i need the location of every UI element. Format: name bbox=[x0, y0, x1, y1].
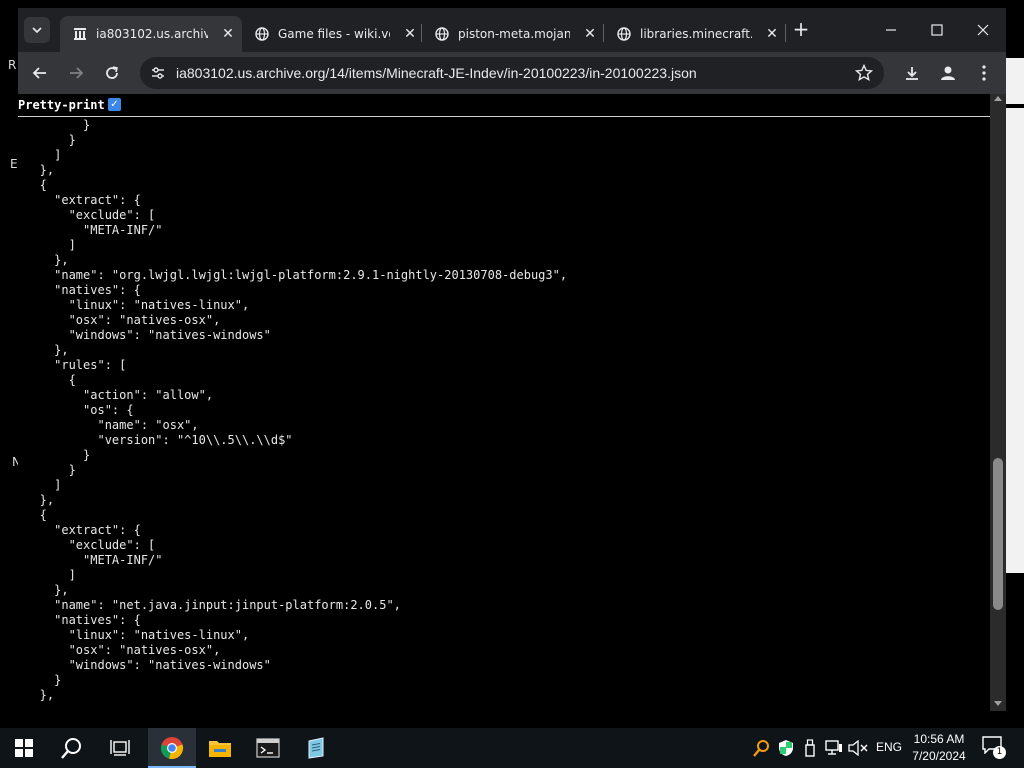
profile-icon bbox=[941, 66, 955, 80]
terminal-button[interactable] bbox=[244, 728, 292, 768]
browser-window: ia803102.us.archive.o ✕ Game files - wik… bbox=[18, 8, 1006, 711]
windows-logo-icon bbox=[15, 739, 33, 757]
close-icon[interactable]: ✕ bbox=[220, 26, 236, 42]
maximize-button[interactable] bbox=[914, 16, 960, 44]
url-text[interactable]: ia803102.us.archive.org/14/items/Minecra… bbox=[176, 57, 697, 89]
arrow-left-icon bbox=[32, 67, 46, 79]
clock-date: 7/20/2024 bbox=[912, 749, 966, 763]
scroll-down-icon[interactable] bbox=[994, 701, 1002, 706]
folder-icon bbox=[209, 741, 231, 757]
close-icon[interactable]: ✕ bbox=[582, 26, 598, 42]
task-view-button[interactable] bbox=[96, 728, 144, 768]
arrow-right-icon bbox=[70, 67, 84, 79]
tab-piston-meta[interactable]: piston-meta.mojang ✕ bbox=[422, 16, 602, 52]
globe-icon bbox=[434, 26, 450, 42]
globe-icon bbox=[254, 26, 270, 42]
forward-button[interactable] bbox=[62, 60, 90, 86]
notification-center-button[interactable]: 1 bbox=[982, 736, 1006, 760]
new-tab-button[interactable]: + bbox=[791, 19, 811, 40]
downloads-button[interactable] bbox=[898, 60, 926, 86]
taskbar: ENG 10:56 AM 7/20/2024 1 bbox=[0, 728, 1024, 768]
scroll-up-icon[interactable] bbox=[994, 96, 1002, 101]
scroll-thumb[interactable] bbox=[993, 458, 1003, 610]
notepad-button[interactable] bbox=[292, 728, 340, 768]
reload-button[interactable] bbox=[98, 60, 126, 86]
background-window-edge bbox=[1006, 58, 1024, 573]
clock-time: 10:56 AM bbox=[913, 732, 965, 746]
tab-title: ia803102.us.archive.o bbox=[96, 27, 208, 41]
security-shield-icon[interactable] bbox=[776, 738, 796, 758]
notepad-icon bbox=[308, 737, 324, 759]
tab-title: piston-meta.mojang bbox=[458, 27, 570, 41]
tab-search-button[interactable] bbox=[24, 17, 50, 43]
tab-libraries[interactable]: libraries.minecraft.ne ✕ bbox=[604, 16, 784, 52]
site-info-icon[interactable] bbox=[146, 61, 170, 85]
chevron-down-icon bbox=[32, 27, 42, 34]
close-icon[interactable]: ✕ bbox=[764, 26, 780, 42]
pretty-print-label: Pretty-print bbox=[18, 98, 105, 112]
page-content: Pretty-print ✓ "version": "^10\\.5\\.\\d… bbox=[18, 94, 1006, 711]
language-indicator[interactable]: ENG bbox=[876, 740, 902, 754]
search-icon bbox=[61, 738, 81, 759]
reload-icon bbox=[106, 66, 118, 79]
chrome-icon bbox=[160, 737, 184, 760]
browser-toolbar: ia803102.us.archive.org/14/items/Minecra… bbox=[18, 52, 1006, 94]
system-clock[interactable]: 10:56 AM 7/20/2024 bbox=[908, 731, 970, 765]
close-icon[interactable]: ✕ bbox=[402, 26, 418, 42]
archive-icon bbox=[72, 26, 88, 42]
pretty-print-bar: Pretty-print ✓ bbox=[18, 94, 990, 117]
usb-device-icon[interactable] bbox=[800, 738, 820, 758]
minimize-button[interactable] bbox=[868, 16, 914, 44]
bookmark-star-icon[interactable] bbox=[852, 61, 876, 85]
more-vert-icon bbox=[982, 65, 986, 81]
chrome-taskbar-button[interactable] bbox=[148, 728, 196, 768]
tab-archive[interactable]: ia803102.us.archive.o ✕ bbox=[60, 16, 242, 52]
task-view-icon bbox=[110, 740, 130, 756]
volume-muted-icon[interactable] bbox=[848, 738, 868, 758]
notification-badge: 1 bbox=[993, 746, 1006, 759]
tab-title: Game files - wiki.vg bbox=[278, 27, 390, 41]
minimize-icon bbox=[886, 29, 896, 31]
address-bar[interactable]: ia803102.us.archive.org/14/items/Minecra… bbox=[140, 57, 884, 89]
start-button[interactable] bbox=[0, 728, 48, 768]
menu-button[interactable] bbox=[970, 60, 998, 86]
search-tray-icon[interactable] bbox=[752, 738, 772, 758]
tab-strip: ia803102.us.archive.o ✕ Game files - wik… bbox=[18, 8, 1006, 52]
maximize-icon bbox=[931, 24, 943, 36]
close-icon bbox=[977, 24, 989, 36]
back-button[interactable] bbox=[26, 60, 54, 86]
json-text: "version": "^10\\.5\\.\\d$" } } ] }, { "… bbox=[39, 118, 568, 702]
close-window-button[interactable] bbox=[960, 16, 1006, 44]
file-explorer-button[interactable] bbox=[196, 728, 244, 768]
terminal-icon bbox=[256, 738, 280, 758]
desktop-text-fragment: R bbox=[8, 58, 17, 72]
tab-game-files[interactable]: Game files - wiki.vg ✕ bbox=[242, 16, 420, 52]
search-button[interactable] bbox=[48, 728, 96, 768]
globe-icon bbox=[616, 26, 632, 42]
pretty-print-checkbox[interactable]: ✓ bbox=[108, 98, 121, 111]
desktop-text-fragment: E bbox=[10, 157, 18, 171]
vertical-scrollbar[interactable] bbox=[990, 94, 1006, 711]
network-icon[interactable] bbox=[824, 738, 844, 758]
json-viewer: "version": "^10\\.5\\.\\d$" } } ] }, { "… bbox=[18, 118, 990, 711]
profile-button[interactable] bbox=[934, 60, 962, 86]
download-icon bbox=[906, 67, 918, 80]
tab-title: libraries.minecraft.ne bbox=[640, 27, 752, 41]
